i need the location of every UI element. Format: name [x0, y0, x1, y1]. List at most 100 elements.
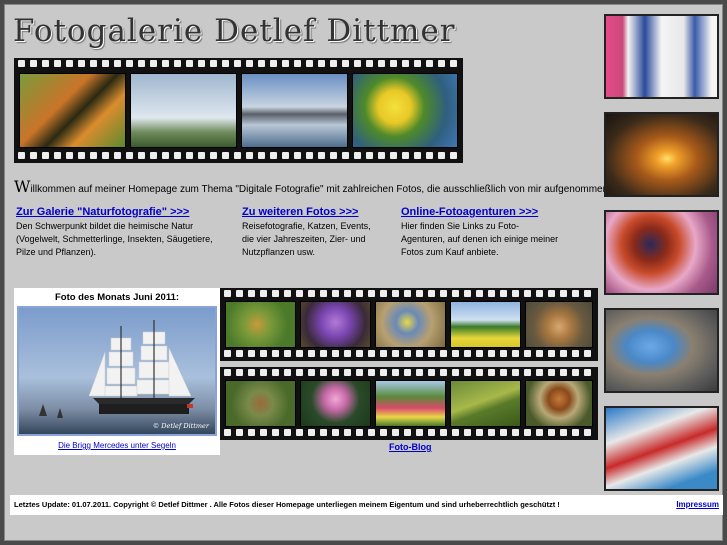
photo-grasshopper[interactable]	[450, 380, 521, 427]
sprocket-hole	[402, 60, 409, 67]
sprocket-hole	[174, 60, 181, 67]
sprocket-row	[220, 369, 598, 378]
sprocket-hole	[548, 290, 555, 297]
sprocket-hole	[306, 60, 313, 67]
sprocket-hole	[392, 429, 399, 436]
sprocket-hole	[198, 152, 205, 159]
sprocket-hole	[162, 60, 169, 67]
sprocket-hole	[330, 152, 337, 159]
sprocket-hole	[572, 350, 579, 357]
sprocket-hole	[548, 429, 555, 436]
sprocket-hole	[368, 290, 375, 297]
sprocket-hole	[30, 60, 37, 67]
sprocket-hole	[30, 152, 37, 159]
sprocket-hole	[332, 369, 339, 376]
sprocket-hole	[210, 60, 217, 67]
sidebar-photo-peacock-butterfly[interactable]	[604, 210, 719, 295]
sprocket-hole	[450, 152, 457, 159]
sprocket-hole	[234, 60, 241, 67]
sprocket-hole	[222, 152, 229, 159]
photo-water-lily[interactable]	[300, 380, 371, 427]
sprocket-hole	[378, 152, 385, 159]
sprocket-hole	[344, 369, 351, 376]
sprocket-row	[220, 290, 598, 299]
photo-crocus[interactable]	[300, 301, 371, 348]
sprocket-hole	[78, 152, 85, 159]
sprocket-hole	[294, 152, 301, 159]
photo-deer[interactable]	[225, 380, 296, 427]
sprocket-hole	[248, 429, 255, 436]
photo-mushroom[interactable]	[525, 380, 593, 427]
more-photos-text: Reisefotografie, Katzen, Events, die vie…	[242, 221, 371, 257]
sprocket-hole	[404, 350, 411, 357]
sprocket-hole	[224, 429, 231, 436]
sprocket-hole	[476, 429, 483, 436]
sprocket-hole	[450, 60, 457, 67]
photo-of-month-image[interactable]: © Detlef Dittmer	[17, 306, 217, 436]
sprocket-hole	[42, 152, 49, 159]
sprocket-hole	[224, 290, 231, 297]
sprocket-hole	[198, 60, 205, 67]
sprocket-hole	[512, 290, 519, 297]
photo-swans	[130, 73, 237, 148]
sprocket-hole	[500, 290, 507, 297]
sprocket-hole	[308, 369, 315, 376]
sprocket-row	[220, 350, 598, 359]
photo-watermark: © Detlef Dittmer	[152, 422, 209, 430]
nature-gallery-text: Den Schwerpunkt bildet die heimische Nat…	[16, 221, 213, 257]
sprocket-hole	[272, 350, 279, 357]
sprocket-hole	[126, 60, 133, 67]
sidebar-photo-boat[interactable]	[604, 406, 719, 491]
sidebar-photo-sunset[interactable]	[604, 112, 719, 197]
sprocket-hole	[488, 290, 495, 297]
sprocket-hole	[258, 152, 265, 159]
photo-tree-field[interactable]	[450, 301, 521, 348]
sprocket-hole	[392, 350, 399, 357]
foto-blog-link[interactable]: Foto-Blog	[389, 442, 431, 452]
sprocket-hole	[414, 60, 421, 67]
nature-gallery-link[interactable]: Zur Galerie "Naturfotografie" >>>	[16, 206, 226, 218]
sprocket-hole	[366, 152, 373, 159]
agencies-link[interactable]: Online-Fotoagenturen >>>	[401, 206, 561, 218]
sprocket-hole	[440, 369, 447, 376]
photo-cat[interactable]	[525, 301, 593, 348]
sprocket-hole	[332, 290, 339, 297]
sprocket-hole	[248, 290, 255, 297]
sprocket-hole	[332, 350, 339, 357]
sprocket-hole	[390, 60, 397, 67]
sidebar-photo-rock-arch[interactable]	[604, 308, 719, 393]
photo-mountain-lake	[241, 73, 348, 148]
sprocket-hole	[368, 369, 375, 376]
sprocket-hole	[296, 290, 303, 297]
sprocket-hole	[464, 290, 471, 297]
sprocket-hole	[356, 369, 363, 376]
sprocket-hole	[344, 350, 351, 357]
sprocket-hole	[488, 369, 495, 376]
impressum-link[interactable]: Impressum	[676, 500, 719, 509]
sprocket-hole	[18, 152, 25, 159]
sprocket-hole	[440, 350, 447, 357]
sprocket-hole	[248, 369, 255, 376]
sprocket-hole	[524, 429, 531, 436]
sprocket-hole	[428, 429, 435, 436]
photo-garden[interactable]	[375, 380, 446, 427]
sprocket-hole	[536, 429, 543, 436]
intro-body: illkommen auf meiner Homepage zum Thema …	[30, 184, 647, 195]
sprocket-hole	[438, 60, 445, 67]
photo-blue-tit[interactable]	[375, 301, 446, 348]
sprocket-hole	[282, 60, 289, 67]
sidebar-photo-window-door[interactable]	[604, 14, 719, 99]
more-photos-link[interactable]: Zu weiteren Fotos >>>	[242, 206, 372, 218]
sprocket-hole	[308, 350, 315, 357]
sprocket-hole	[150, 152, 157, 159]
sprocket-hole	[102, 60, 109, 67]
sprocket-hole	[282, 152, 289, 159]
photo-hoverfly[interactable]	[225, 301, 296, 348]
sprocket-row	[220, 429, 598, 438]
sprocket-hole	[524, 350, 531, 357]
sprocket-hole	[234, 152, 241, 159]
header-filmstrip	[14, 58, 463, 163]
sprocket-hole	[270, 60, 277, 67]
photo-of-month-caption-link[interactable]: Die Brigg Mercedes unter Segeln	[14, 441, 220, 450]
sprocket-hole	[452, 369, 459, 376]
